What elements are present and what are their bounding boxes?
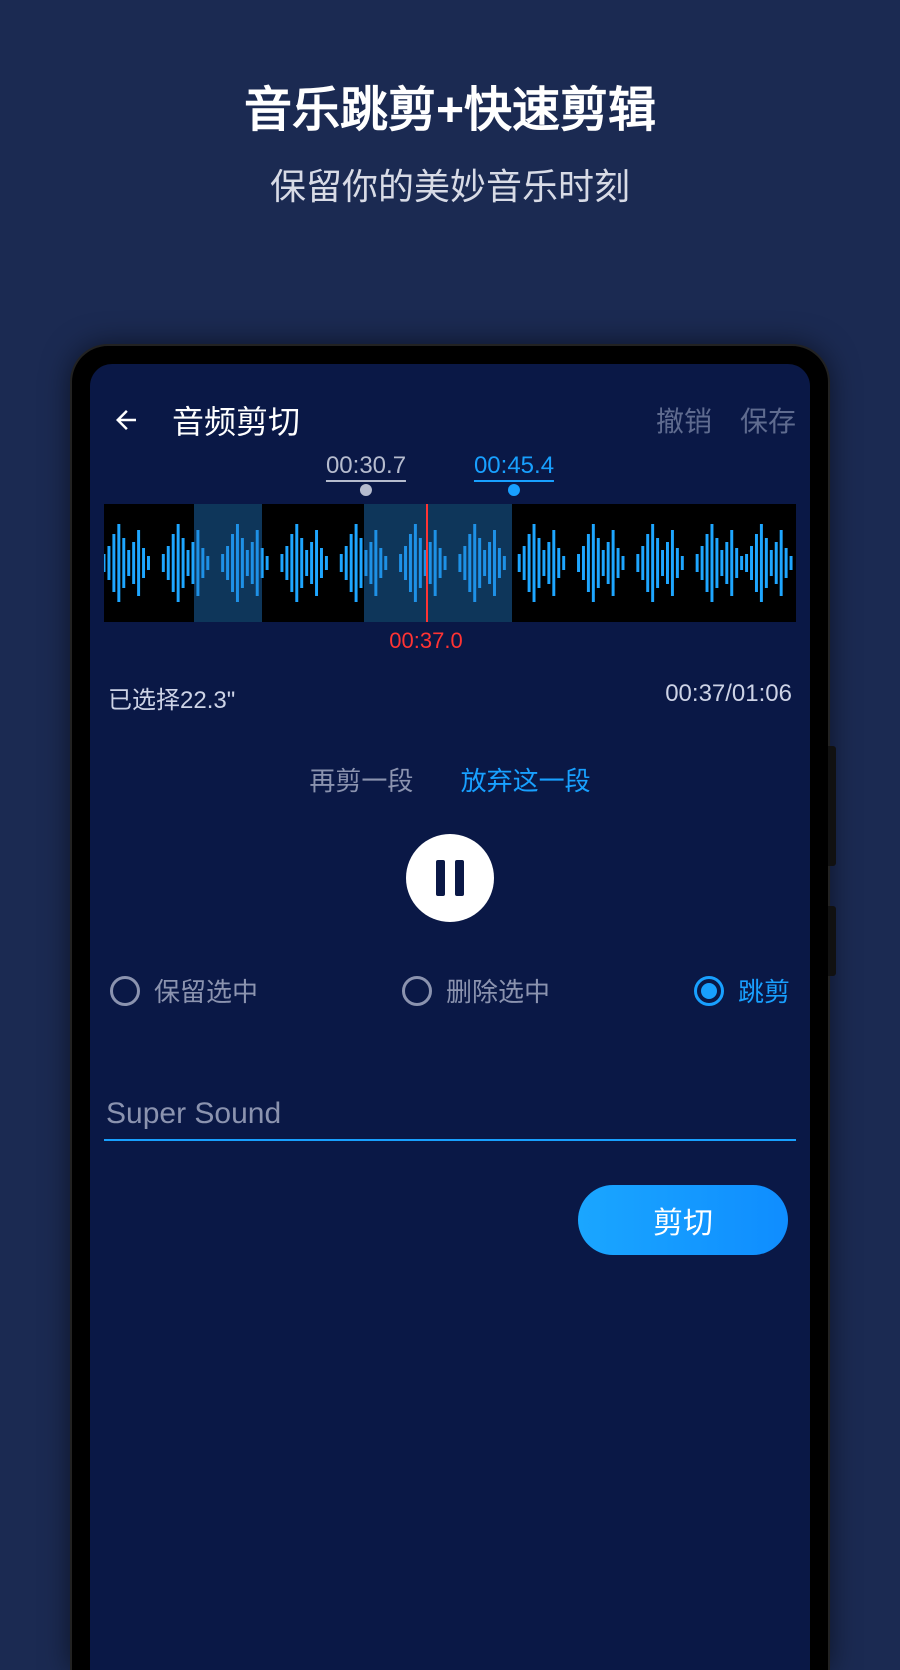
selected-duration: 已选择22.3": [108, 680, 235, 715]
phone-side-button: [828, 906, 836, 976]
status-row: 已选择22.3" 00:37/01:06: [104, 680, 796, 715]
segment-actions: 再剪一段 放弃这一段: [104, 761, 796, 798]
play-pause-button[interactable]: [406, 834, 494, 922]
selection-range[interactable]: [364, 504, 512, 622]
radio-delete-selected[interactable]: 删除选中: [402, 972, 550, 1009]
cut-another-button[interactable]: 再剪一段: [309, 766, 413, 796]
promo-title: 音乐跳剪+快速剪辑: [0, 70, 900, 140]
waveform-timeline[interactable]: 00:30.7 00:45.4: [104, 488, 796, 668]
radio-icon: [694, 976, 724, 1006]
selection-start-value: 00:30.7: [326, 452, 406, 479]
cut-button[interactable]: 剪切: [578, 1185, 788, 1255]
screen-title: 音频剪切: [172, 397, 628, 443]
undo-button[interactable]: 撤销: [656, 400, 712, 440]
promo-subtitle: 保留你的美妙音乐时刻: [0, 158, 900, 210]
mode-radio-group: 保留选中 删除选中 跳剪: [104, 972, 796, 1009]
radio-label: 删除选中: [446, 972, 550, 1009]
radio-jump-cut[interactable]: 跳剪: [694, 972, 790, 1009]
selection-start-handle-icon[interactable]: [360, 484, 372, 496]
radio-label: 保留选中: [154, 972, 258, 1009]
phone-side-button: [828, 746, 836, 866]
back-arrow-icon: [111, 405, 141, 435]
phone-frame: 音频剪切 撤销 保存 00:30.7 00:45.4: [72, 346, 828, 1670]
pause-icon: [436, 860, 445, 896]
play-time: 00:37/01:06: [665, 680, 792, 715]
playhead-time: 00:37.0: [389, 628, 462, 654]
playhead[interactable]: [426, 504, 428, 622]
pause-icon: [455, 860, 464, 896]
radio-keep-selected[interactable]: 保留选中: [110, 972, 258, 1009]
selection-end-value: 00:45.4: [474, 452, 554, 479]
discard-segment-button[interactable]: 放弃这一段: [461, 766, 591, 796]
topbar: 音频剪切 撤销 保存: [104, 388, 796, 452]
back-button[interactable]: [104, 405, 148, 435]
radio-label: 跳剪: [738, 972, 790, 1009]
selection-range[interactable]: [194, 504, 262, 622]
app-screen: 音频剪切 撤销 保存 00:30.7 00:45.4: [90, 364, 810, 1670]
selection-end-handle-icon[interactable]: [508, 484, 520, 496]
selection-start-label[interactable]: 00:30.7: [326, 452, 406, 482]
radio-icon: [402, 976, 432, 1006]
save-button[interactable]: 保存: [740, 400, 796, 440]
selection-end-label[interactable]: 00:45.4: [474, 452, 554, 482]
radio-icon: [110, 976, 140, 1006]
output-name-input[interactable]: [104, 1089, 796, 1141]
